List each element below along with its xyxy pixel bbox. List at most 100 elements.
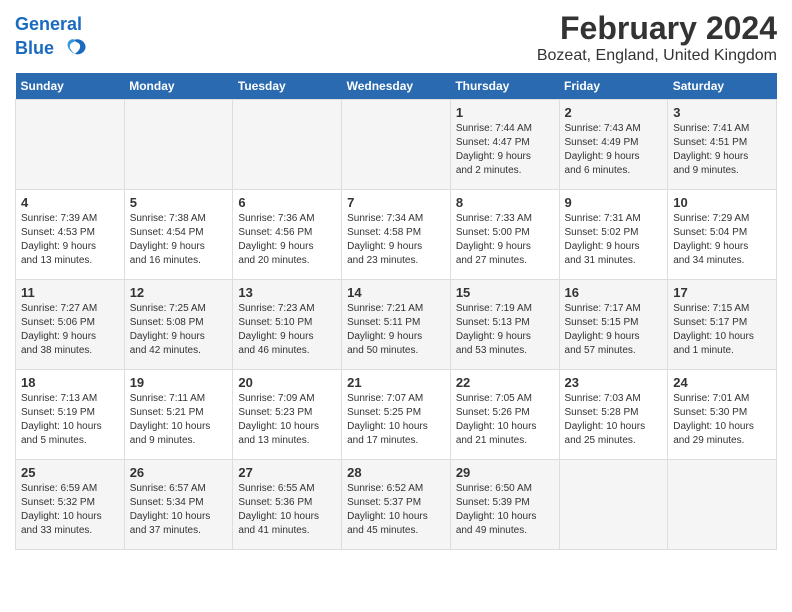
calendar-cell: 20 Sunrise: 7:09 AM Sunset: 5:23 PM Dayli… bbox=[233, 370, 342, 460]
calendar-cell: 26Sunrise: 6:57 AM Sunset: 5:34 PM Dayli… bbox=[124, 460, 233, 550]
calendar-cell: 5 Sunrise: 7:38 AM Sunset: 4:54 PM Daylig… bbox=[124, 190, 233, 280]
day-info: Sunrise: 7:31 AM Sunset: 5:02 PM Dayligh… bbox=[565, 212, 663, 268]
day-number: 27 bbox=[238, 465, 336, 480]
calendar-cell bbox=[233, 100, 342, 190]
calendar-cell bbox=[668, 460, 777, 550]
day-info: Sunrise: 7:19 AM Sunset: 5:13 PM Dayligh… bbox=[456, 302, 554, 358]
logo-blue: Blue bbox=[15, 38, 54, 58]
day-number: 21 bbox=[347, 375, 445, 390]
day-number: 16 bbox=[565, 285, 663, 300]
day-number: 22 bbox=[456, 375, 554, 390]
calendar-cell: 18 Sunrise: 7:13 AM Sunset: 5:19 PM Dayli… bbox=[16, 370, 125, 460]
calendar-cell: 14 Sunrise: 7:21 AM Sunset: 5:11 PM Dayli… bbox=[342, 280, 451, 370]
calendar-header-tuesday: Tuesday bbox=[233, 73, 342, 100]
calendar-header-thursday: Thursday bbox=[450, 73, 559, 100]
day-info: Sunrise: 7:39 AM Sunset: 4:53 PM Dayligh… bbox=[21, 212, 119, 268]
day-number: 10 bbox=[673, 195, 771, 210]
day-number: 9 bbox=[565, 195, 663, 210]
calendar-cell: 10 Sunrise: 7:29 AM Sunset: 5:04 PM Dayli… bbox=[668, 190, 777, 280]
logo: General Blue bbox=[15, 15, 89, 63]
calendar-cell: 6Sunrise: 7:36 AM Sunset: 4:56 PM Daylig… bbox=[233, 190, 342, 280]
calendar-cell: 17 Sunrise: 7:15 AM Sunset: 5:17 PM Dayli… bbox=[668, 280, 777, 370]
calendar-cell: 3 Sunrise: 7:41 AM Sunset: 4:51 PM Daylig… bbox=[668, 100, 777, 190]
day-number: 26 bbox=[130, 465, 228, 480]
calendar-cell: 23 Sunrise: 7:03 AM Sunset: 5:28 PM Dayli… bbox=[559, 370, 668, 460]
day-info: Sunrise: 7:11 AM Sunset: 5:21 PM Dayligh… bbox=[130, 392, 228, 448]
calendar-week-row: 11 Sunrise: 7:27 AM Sunset: 5:06 PM Dayli… bbox=[16, 280, 777, 370]
day-info: Sunrise: 7:03 AM Sunset: 5:28 PM Dayligh… bbox=[565, 392, 663, 448]
day-number: 20 bbox=[238, 375, 336, 390]
calendar-cell: 22Sunrise: 7:05 AM Sunset: 5:26 PM Dayli… bbox=[450, 370, 559, 460]
day-info: Sunrise: 7:17 AM Sunset: 5:15 PM Dayligh… bbox=[565, 302, 663, 358]
title-area: February 2024 Bozeat, England, United Ki… bbox=[537, 10, 777, 65]
calendar-cell: 7Sunrise: 7:34 AM Sunset: 4:58 PM Daylig… bbox=[342, 190, 451, 280]
calendar-cell bbox=[342, 100, 451, 190]
calendar-week-row: 4 Sunrise: 7:39 AM Sunset: 4:53 PM Daylig… bbox=[16, 190, 777, 280]
calendar-cell: 15Sunrise: 7:19 AM Sunset: 5:13 PM Dayli… bbox=[450, 280, 559, 370]
calendar-cell: 1 Sunrise: 7:44 AM Sunset: 4:47 PM Daylig… bbox=[450, 100, 559, 190]
day-info: Sunrise: 7:25 AM Sunset: 5:08 PM Dayligh… bbox=[130, 302, 228, 358]
logo-bird-icon bbox=[61, 35, 89, 63]
calendar-header-friday: Friday bbox=[559, 73, 668, 100]
day-number: 1 bbox=[456, 105, 554, 120]
calendar-cell: 28 Sunrise: 6:52 AM Sunset: 5:37 PM Dayli… bbox=[342, 460, 451, 550]
calendar-cell: 24Sunrise: 7:01 AM Sunset: 5:30 PM Dayli… bbox=[668, 370, 777, 460]
calendar-cell: 27 Sunrise: 6:55 AM Sunset: 5:36 PM Dayli… bbox=[233, 460, 342, 550]
calendar-week-row: 25 Sunrise: 6:59 AM Sunset: 5:32 PM Dayli… bbox=[16, 460, 777, 550]
day-number: 29 bbox=[456, 465, 554, 480]
calendar-week-row: 18 Sunrise: 7:13 AM Sunset: 5:19 PM Dayli… bbox=[16, 370, 777, 460]
day-info: Sunrise: 7:01 AM Sunset: 5:30 PM Dayligh… bbox=[673, 392, 771, 448]
day-info: Sunrise: 7:07 AM Sunset: 5:25 PM Dayligh… bbox=[347, 392, 445, 448]
day-info: Sunrise: 7:27 AM Sunset: 5:06 PM Dayligh… bbox=[21, 302, 119, 358]
day-number: 11 bbox=[21, 285, 119, 300]
calendar-cell: 25 Sunrise: 6:59 AM Sunset: 5:32 PM Dayli… bbox=[16, 460, 125, 550]
calendar-cell bbox=[16, 100, 125, 190]
day-number: 2 bbox=[565, 105, 663, 120]
calendar-header-saturday: Saturday bbox=[668, 73, 777, 100]
calendar-cell: 12 Sunrise: 7:25 AM Sunset: 5:08 PM Dayli… bbox=[124, 280, 233, 370]
calendar-header-row: SundayMondayTuesdayWednesdayThursdayFrid… bbox=[16, 73, 777, 100]
day-number: 13 bbox=[238, 285, 336, 300]
calendar-cell: 29 Sunrise: 6:50 AM Sunset: 5:39 PM Dayli… bbox=[450, 460, 559, 550]
day-info: Sunrise: 7:23 AM Sunset: 5:10 PM Dayligh… bbox=[238, 302, 336, 358]
day-number: 12 bbox=[130, 285, 228, 300]
day-number: 19 bbox=[130, 375, 228, 390]
day-info: Sunrise: 7:13 AM Sunset: 5:19 PM Dayligh… bbox=[21, 392, 119, 448]
calendar-header-sunday: Sunday bbox=[16, 73, 125, 100]
day-number: 28 bbox=[347, 465, 445, 480]
calendar-cell: 8Sunrise: 7:33 AM Sunset: 5:00 PM Daylig… bbox=[450, 190, 559, 280]
calendar-week-row: 1 Sunrise: 7:44 AM Sunset: 4:47 PM Daylig… bbox=[16, 100, 777, 190]
day-info: Sunrise: 7:09 AM Sunset: 5:23 PM Dayligh… bbox=[238, 392, 336, 448]
day-info: Sunrise: 6:59 AM Sunset: 5:32 PM Dayligh… bbox=[21, 482, 119, 538]
day-info: Sunrise: 7:15 AM Sunset: 5:17 PM Dayligh… bbox=[673, 302, 771, 358]
day-number: 4 bbox=[21, 195, 119, 210]
day-number: 5 bbox=[130, 195, 228, 210]
logo-general: General bbox=[15, 14, 82, 34]
day-info: Sunrise: 6:52 AM Sunset: 5:37 PM Dayligh… bbox=[347, 482, 445, 538]
calendar-cell: 21 Sunrise: 7:07 AM Sunset: 5:25 PM Dayli… bbox=[342, 370, 451, 460]
calendar-cell: 11 Sunrise: 7:27 AM Sunset: 5:06 PM Dayli… bbox=[16, 280, 125, 370]
day-info: Sunrise: 7:21 AM Sunset: 5:11 PM Dayligh… bbox=[347, 302, 445, 358]
day-info: Sunrise: 7:29 AM Sunset: 5:04 PM Dayligh… bbox=[673, 212, 771, 268]
day-info: Sunrise: 7:43 AM Sunset: 4:49 PM Dayligh… bbox=[565, 122, 663, 178]
day-info: Sunrise: 6:55 AM Sunset: 5:36 PM Dayligh… bbox=[238, 482, 336, 538]
day-number: 23 bbox=[565, 375, 663, 390]
calendar-header-wednesday: Wednesday bbox=[342, 73, 451, 100]
day-number: 25 bbox=[21, 465, 119, 480]
day-info: Sunrise: 6:50 AM Sunset: 5:39 PM Dayligh… bbox=[456, 482, 554, 538]
header: General Blue February 2024 Bozeat, Engla… bbox=[15, 10, 777, 65]
day-number: 3 bbox=[673, 105, 771, 120]
day-number: 18 bbox=[21, 375, 119, 390]
calendar-cell: 13 Sunrise: 7:23 AM Sunset: 5:10 PM Dayli… bbox=[233, 280, 342, 370]
page-title: February 2024 bbox=[537, 10, 777, 47]
day-number: 14 bbox=[347, 285, 445, 300]
day-info: Sunrise: 7:34 AM Sunset: 4:58 PM Dayligh… bbox=[347, 212, 445, 268]
day-info: Sunrise: 7:41 AM Sunset: 4:51 PM Dayligh… bbox=[673, 122, 771, 178]
calendar-header-monday: Monday bbox=[124, 73, 233, 100]
day-info: Sunrise: 7:38 AM Sunset: 4:54 PM Dayligh… bbox=[130, 212, 228, 268]
day-info: Sunrise: 7:44 AM Sunset: 4:47 PM Dayligh… bbox=[456, 122, 554, 178]
calendar-cell bbox=[559, 460, 668, 550]
day-number: 17 bbox=[673, 285, 771, 300]
day-number: 8 bbox=[456, 195, 554, 210]
calendar-cell: 19 Sunrise: 7:11 AM Sunset: 5:21 PM Dayli… bbox=[124, 370, 233, 460]
